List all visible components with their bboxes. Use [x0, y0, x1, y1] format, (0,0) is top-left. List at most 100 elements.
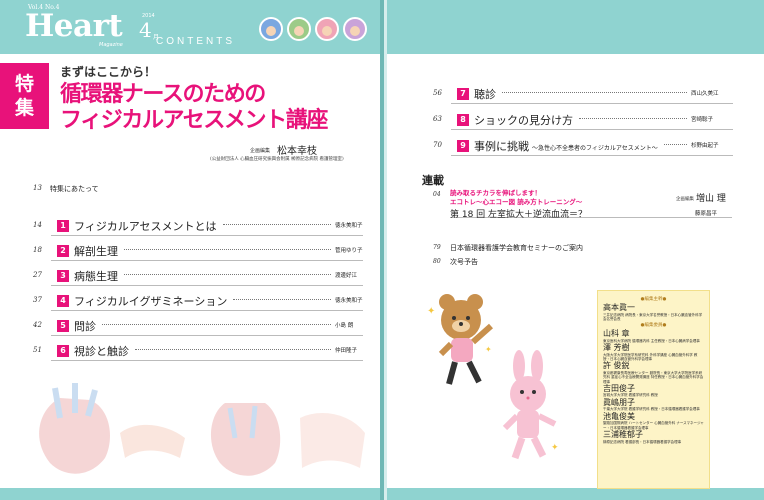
toc-leader-dots [663, 144, 687, 145]
serial-kicker-2: エコトレ～心エコー図 読み方トレーニング～ [450, 198, 583, 206]
serial-editor-name: 増山 理 [696, 194, 726, 204]
board-member-affiliation: 聖路加国際病院 ハートセンター 心臓血管外科 ナースマネージャー・日本循環器看護… [603, 421, 704, 430]
feature-title-line2: フィジカルアセスメント講座 [60, 108, 328, 133]
serial-episode-title: 第 18 回 左室拡大＋逆流血流＝？ [450, 210, 588, 220]
toc-page-number: 63 [433, 115, 442, 123]
svg-text:✦: ✦ [427, 306, 435, 317]
character-face-icon [287, 17, 311, 41]
board-member-name: 三浦稚郁子 [603, 429, 643, 439]
toc-chapter-badge: 1 [57, 220, 69, 232]
toc-chapter-badge: 5 [57, 320, 69, 332]
toc-chapter-badge: 8 [457, 114, 469, 126]
svg-text:✦: ✦ [485, 345, 492, 354]
toc-author: 杉野由起子 [691, 143, 719, 149]
toc-author: 徳永美和子 [335, 223, 363, 229]
toc-rule [451, 129, 733, 130]
magazine-logo: Heart [25, 8, 123, 44]
board-member-name: 許 俊鋭 [603, 361, 630, 371]
toc-leader-dots [579, 118, 687, 119]
toc-item[interactable]: 27 3 病態生理 渡邊好江 [33, 268, 363, 284]
toc-page-number: 14 [33, 221, 42, 229]
toc-leader-dots [102, 324, 331, 325]
heart-anatomy-illustrations [39, 383, 365, 476]
heart-illustration-2 [210, 403, 281, 476]
toc-page-number: 27 [33, 271, 42, 279]
toc-leader-dots [233, 299, 331, 300]
board-member-affiliation: 東京都健康長寿医療センター 副院長・東京大学大学院医学系研究科 重症心不全治療開… [603, 371, 704, 384]
toc-title: 視診と触診 [74, 345, 129, 358]
editorial-board: ●編集主幹● 高本眞一 三井記念病院 病院長・東京大学名誉教授・日本心臓血管外科学会… [597, 290, 710, 489]
page-gutter-shadow [384, 0, 387, 500]
toc-item[interactable]: 37 4 フィジカルイグザミネーション 徳永美和子 [33, 293, 363, 309]
toc-rule [51, 235, 363, 236]
intro-page-number: 13 [33, 184, 42, 192]
toc-leader-dots [124, 249, 331, 250]
toc-title: フィジカルアセスメントとは [74, 220, 217, 233]
toc-author: 西山久美江 [691, 91, 719, 97]
misc-page-number: 80 [433, 258, 441, 265]
toc-rule [51, 285, 363, 286]
contents-heading: CONTENTS [156, 36, 235, 47]
toc-item[interactable]: 42 5 問診 小島 朗 [33, 318, 363, 334]
feature-title-line1: 循環器ナースのための [60, 82, 266, 107]
toc-title: 問診 [74, 320, 96, 333]
feature-tag: 特集 [0, 63, 49, 129]
hand-illustration [120, 424, 185, 458]
chest-illustration [300, 413, 365, 468]
toc-chapter-badge: 7 [457, 88, 469, 100]
serial-page-number: 04 [433, 191, 441, 198]
toc-chapter-badge: 4 [57, 295, 69, 307]
toc-chapter-badge: 3 [57, 270, 69, 282]
feature-editor-affiliation: (公益財団法人 心臓血圧研究振興会附属 榊原記念病院 看護管理室) [210, 157, 344, 162]
toc-item[interactable]: 56 7 聴診 西山久美江 [433, 86, 733, 102]
toc-title: 聴診 [474, 88, 496, 101]
board-member-affiliation: 三井記念病院 病院長・東京大学名誉教授・日本心臓血管外科学会名誉会長 [603, 312, 703, 321]
toc-item[interactable]: 70 9 事例に挑戦 ～急性心不全患者のフィジカルアセスメント～ 杉野由起子 [433, 138, 733, 154]
board-member-affiliation: 榊原記念病院 看護部長・日本循環器看護学会理事 [603, 439, 682, 444]
toc-author: 小島 朗 [335, 323, 354, 329]
toc-title: ショックの見分け方 [474, 114, 573, 127]
toc-author: 徳永美和子 [335, 298, 363, 304]
toc-item[interactable]: 51 6 視診と触診 仲田隆子 [33, 343, 363, 359]
serial-episode-author: 藤原昌平 [695, 211, 718, 217]
rabbit-illustration: ✦ [502, 350, 559, 460]
bear-illustration: ✦ ✦ [427, 294, 493, 385]
toc-rule [51, 260, 363, 261]
character-faces [259, 17, 367, 41]
toc-page-number: 18 [33, 246, 42, 254]
feature-editor-name: 松本幸枝 [277, 146, 317, 157]
toc-rule [51, 310, 363, 311]
toc-page-number: 42 [33, 321, 42, 329]
toc-item[interactable]: 63 8 ショックの見分け方 宮崎聡子 [433, 112, 733, 128]
intro-label: 特集にあたって [50, 185, 99, 193]
toc-chapter-badge: 2 [57, 245, 69, 257]
toc-rule [451, 155, 733, 156]
toc-page-number: 70 [433, 141, 442, 149]
toc-title: 病態生理 [74, 270, 118, 283]
toc-rule [451, 103, 733, 104]
misc-page-number: 79 [433, 244, 441, 251]
toc-item[interactable]: 18 2 解剖生理 菅用ゆり子 [33, 243, 363, 259]
svg-text:✦: ✦ [551, 443, 559, 453]
board-heading: ●編集委員● [640, 323, 667, 329]
toc-title: 事例に挑戦 ～急性心不全患者のフィジカルアセスメント～ [474, 140, 658, 153]
toc-page-number: 56 [433, 89, 442, 97]
misc-label[interactable]: 次号予告 [450, 257, 478, 267]
toc-chapter-badge: 9 [457, 140, 469, 152]
toc-leader-dots [502, 92, 687, 93]
toc-title: フィジカルイグザミネーション [74, 295, 228, 308]
toc-author: 菅用ゆり子 [335, 248, 363, 254]
magazine-spread: Vol.4 No.4 Heart Magazine 2014 4 月 CONTE… [0, 0, 764, 500]
serial-editor-role: 企画編集 [676, 197, 694, 202]
toc-leader-dots [135, 349, 331, 350]
toc-chapter-badge: 6 [57, 345, 69, 357]
board-heading: ●編集主幹● [640, 297, 667, 302]
board-member-name: 山科 章 [603, 329, 630, 339]
toc-item[interactable]: 14 1 フィジカルアセスメントとは 徳永美和子 [33, 218, 363, 234]
character-face-icon [259, 17, 283, 41]
issue-number: 4 [139, 18, 152, 42]
misc-label[interactable]: 日本循環器看護学会教育セミナーのご案内 [450, 243, 583, 253]
feature-lead: まずはここから！ [60, 65, 157, 79]
character-face-icon [315, 17, 339, 41]
toc-author: 宮崎聡子 [691, 117, 714, 123]
